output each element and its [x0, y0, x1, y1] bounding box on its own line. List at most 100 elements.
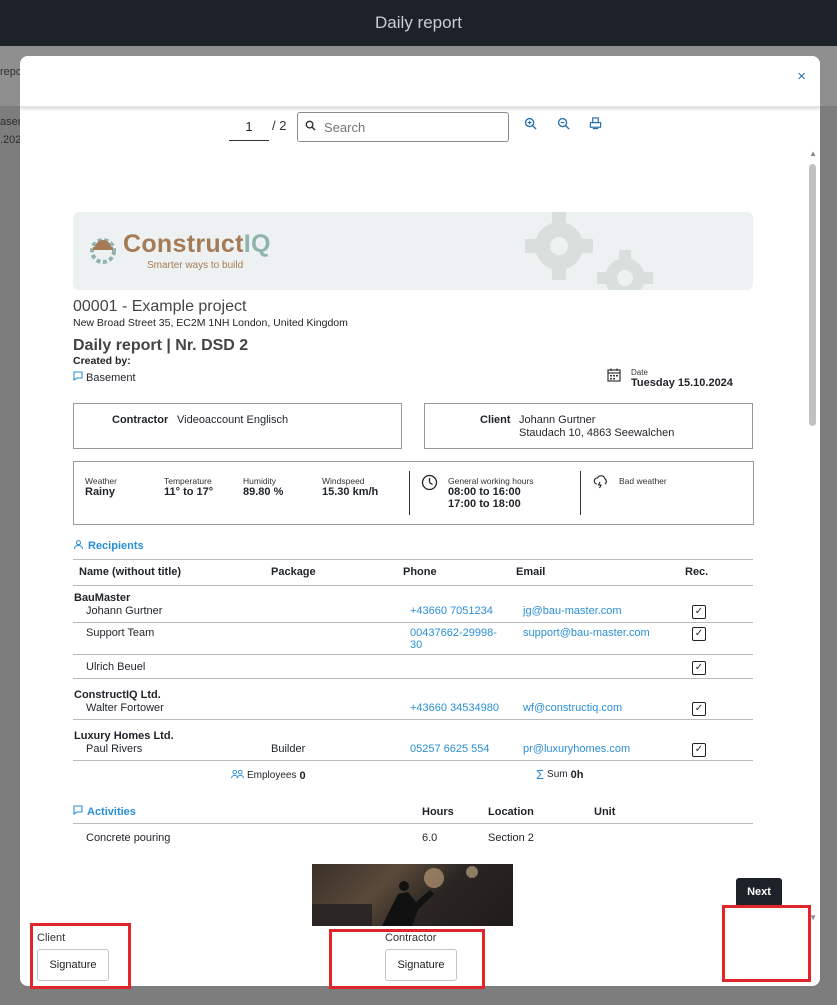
close-icon[interactable]: × [797, 68, 806, 85]
brand-name: ConstructIQ [123, 230, 271, 258]
col-phone: Phone [403, 559, 516, 586]
contractor-value: Videoaccount Englisch [177, 414, 289, 426]
modal-header: × [20, 56, 820, 107]
working-hours-1: 08:00 to 16:00 [448, 486, 521, 498]
pdf-toolbar: 1 / 2 [20, 112, 820, 146]
email-link[interactable]: wf@constructiq.com [523, 702, 622, 714]
client-address: Staudach 10, 4863 Seewalchen [519, 427, 675, 439]
gear-icon [597, 250, 653, 290]
page-number-input[interactable]: 1 [229, 114, 269, 141]
comment-icon [73, 805, 83, 818]
highlight-box [329, 929, 485, 989]
report-document: ConstructIQ Smarter ways to build 00001 … [73, 212, 754, 845]
col-rec: Rec. [684, 559, 753, 586]
working-hours-label: General working hours [448, 476, 534, 486]
activities-heading: Activities [73, 805, 422, 818]
activity-unit [594, 824, 753, 845]
recipient-checkbox[interactable]: ✓ [692, 702, 706, 716]
table-row: Ulrich Beuel ✓ [73, 654, 753, 679]
client-box: Client Johann Gurtner Staudach 10, 4863 S… [424, 403, 753, 449]
col-hours: Hours [422, 805, 488, 824]
calendar-icon [607, 368, 621, 389]
group-name: ConstructIQ Ltd. [74, 689, 161, 701]
table-row: Concrete pouring 6.0 Section 2 [73, 824, 753, 845]
col-location: Location [488, 805, 594, 824]
clock-icon [421, 474, 438, 494]
report-title: Daily report | Nr. DSD 2 [73, 337, 249, 354]
email-link[interactable]: support@bau-master.com [523, 627, 650, 639]
weather-box: Weather Rainy Temperature 11° to 17° Humid… [73, 461, 754, 525]
working-hours-2: 17:00 to 18:00 [448, 498, 521, 510]
email-link[interactable]: jg@bau-master.com [523, 605, 622, 617]
app-title: Daily report [375, 13, 462, 32]
temperature-label: Temperature [164, 476, 212, 486]
location: Basement [73, 371, 136, 384]
highlight-box [722, 905, 811, 982]
package-value: Builder [271, 743, 403, 761]
background-tab-text: repo [0, 66, 23, 78]
humidity-label: Humidity [243, 476, 277, 486]
scroll-up-icon[interactable]: ▲ [809, 149, 817, 158]
table-row: Support Team 00437662-29998-30 support@b… [73, 622, 753, 655]
contractor-box: Contractor Videoaccount Englisch [73, 403, 402, 449]
project-address: New Broad Street 35, EC2M 1NH London, Un… [73, 317, 348, 329]
contractor-label: Contractor [112, 414, 169, 426]
activity-name: Concrete pouring [86, 832, 171, 844]
windspeed-value: 15.30 km/h [322, 486, 379, 498]
temperature-value: 11° to 17° [164, 486, 214, 498]
phone-link[interactable]: 00437662-29998-30 [410, 627, 497, 651]
report-date: Date Tuesday 15.10.2024 [607, 368, 733, 389]
employees-icon [231, 769, 244, 782]
created-by-label: Created by: [73, 355, 131, 367]
recipients-icon [73, 539, 84, 553]
recipients-heading: Recipients [73, 539, 753, 553]
zoom-in-icon[interactable] [524, 117, 537, 133]
windspeed-label: Windspeed [322, 476, 365, 486]
recipient-checkbox[interactable]: ✓ [692, 661, 706, 675]
phone-link[interactable]: 05257 6625 554 [410, 743, 490, 755]
client-name: Johann Gurtner [519, 414, 596, 426]
search-input[interactable] [322, 118, 496, 136]
search-icon [298, 120, 322, 134]
print-icon[interactable] [589, 117, 602, 133]
col-email: Email [516, 559, 684, 586]
sum-icon: Σ [536, 767, 545, 782]
col-unit: Unit [594, 805, 753, 824]
recipient-checkbox[interactable]: ✓ [692, 627, 706, 641]
date-label: Date [631, 368, 648, 377]
scrollbar-thumb[interactable] [809, 164, 816, 426]
activity-photo [312, 864, 513, 926]
activity-hours: 6.0 [422, 832, 438, 844]
recipient-checkbox[interactable]: ✓ [692, 743, 706, 757]
sum-total: Σ Sum 0h [536, 767, 584, 782]
weather-label: Weather [85, 476, 117, 486]
page-total: / 2 [272, 118, 287, 133]
gear-icon [525, 212, 593, 280]
weather-value: Rainy [85, 486, 115, 498]
next-button[interactable]: Next [736, 878, 782, 907]
phone-link[interactable]: +43660 7051234 [410, 605, 493, 617]
report-modal: × 1 / 2 ▲ ▼ ConstructIQ [20, 56, 820, 986]
highlight-box [30, 923, 131, 989]
app-header: Daily report [0, 0, 837, 46]
humidity-value: 89.80 % [243, 486, 284, 498]
bad-weather-label: Bad weather [619, 476, 667, 486]
table-row: Johann Gurtner +43660 7051234 jg@bau-mas… [73, 605, 753, 623]
zoom-out-icon[interactable] [557, 117, 570, 133]
project-title: 00001 - Example project [73, 298, 247, 315]
background-row-date: .202 [0, 134, 22, 146]
col-name: Name (without title) [73, 559, 271, 586]
col-package: Package [271, 559, 403, 586]
search-field[interactable] [297, 112, 509, 142]
activity-location: Section 2 [488, 832, 534, 844]
group-name: BauMaster [74, 592, 131, 604]
comment-icon [73, 371, 83, 384]
email-link[interactable]: pr@luxuryhomes.com [523, 743, 630, 755]
recipient-checkbox[interactable]: ✓ [692, 605, 706, 619]
recipients-totals: Employees 0 Σ Sum 0h [73, 761, 753, 787]
table-row: Walter Fortower +43660 34534980 wf@const… [73, 702, 753, 720]
group-name: Luxury Homes Ltd. [74, 730, 174, 742]
location-label: Basement [86, 371, 136, 384]
phone-link[interactable]: +43660 34534980 [410, 702, 499, 714]
recipients-table: Name (without title) Package Phone Email… [73, 559, 753, 761]
